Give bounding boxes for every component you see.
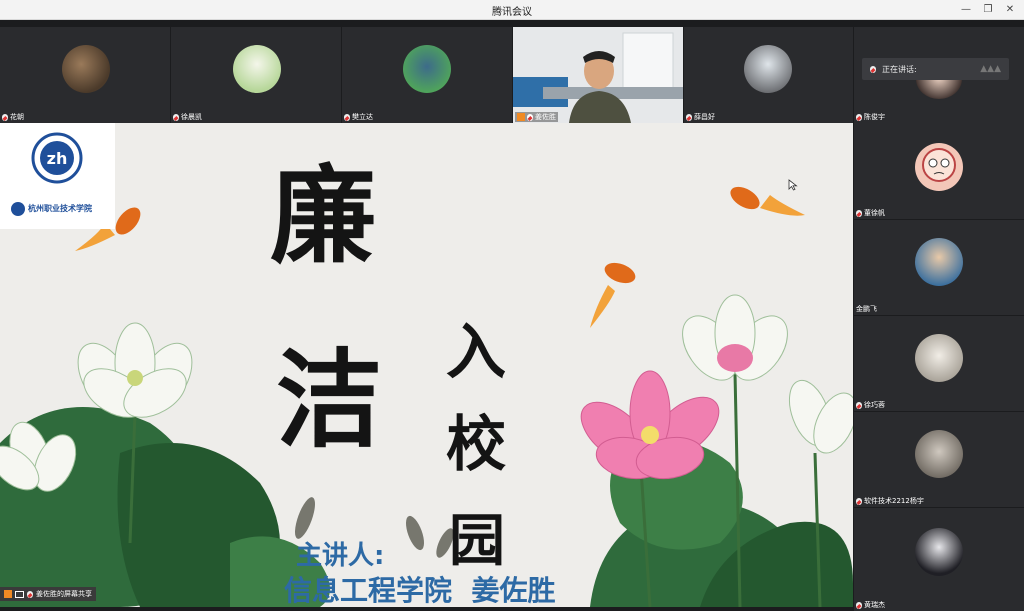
mic-icon — [527, 113, 533, 121]
slide-artwork — [0, 186, 853, 607]
slide-title-char: 廉 — [270, 153, 376, 278]
title-bar: 腾讯会议 — ❐ ✕ — [0, 0, 1024, 20]
participant-video[interactable]: 姜佐胜 — [513, 27, 683, 123]
shared-screen[interactable]: zh 杭州职业技术学院 廉 洁 入 校 园 主讲人: 信息工程学院 姜佐胜 — [0, 123, 853, 607]
slide-title-char: 入 — [446, 318, 506, 388]
host-icon — [4, 590, 12, 598]
avatar — [403, 45, 451, 93]
participant-name: 董徐帆 — [864, 209, 885, 217]
mic-muted-icon — [856, 497, 862, 505]
participant-sidebar: 董徐帆 金鹏飞 徐巧蓉 软件技术2212杨宇 黄瑞杰 — [853, 123, 1024, 611]
slide-title-char: 洁 — [276, 337, 382, 462]
mic-muted-icon — [686, 113, 692, 121]
meeting-stage: 花朝 徐晨凯 樊立达 姜佐胜 薛昌好 陈俊宇 正在讲话: ▲▲▲ zh 杭州职业… — [0, 20, 1024, 611]
participant-name: 金鹏飞 — [856, 305, 877, 313]
mic-muted-icon — [2, 113, 8, 121]
avatar — [62, 45, 110, 93]
sound-wave-icon: ▲▲▲ — [980, 64, 1001, 74]
school-name: 杭州职业技术学院 — [28, 204, 92, 213]
avatar — [915, 528, 963, 576]
svg-text:zh: zh — [47, 149, 68, 168]
participant-tile[interactable]: 徐巧蓉 — [854, 316, 1024, 411]
mic-muted-icon — [344, 113, 350, 121]
restore-icon[interactable]: ❐ — [980, 1, 996, 17]
participant-name: 软件技术2212杨宇 — [864, 497, 924, 505]
speaking-indicator: 正在讲话: ▲▲▲ — [862, 58, 1009, 80]
screen-share-bar[interactable]: 姜佐胜的屏幕共享 — [0, 587, 96, 601]
participant-name: 徐晨凯 — [181, 113, 202, 121]
mic-muted-icon — [856, 209, 862, 217]
participant-tile[interactable]: 软件技术2212杨宇 — [854, 412, 1024, 507]
mic-icon — [27, 590, 33, 598]
mic-muted-icon — [856, 113, 862, 121]
school-logo: zh 杭州职业技术学院 — [0, 123, 115, 229]
speaker-line: 信息工程学院 姜佐胜 — [284, 574, 556, 607]
avatar — [915, 430, 963, 478]
host-icon — [517, 113, 525, 121]
speaking-label: 正在讲话: — [882, 64, 917, 74]
avatar — [744, 45, 792, 93]
participant-name: 姜佐胜 — [535, 113, 556, 121]
participant-tile[interactable]: 黄瑞杰 — [854, 508, 1024, 611]
participant-tile[interactable]: 花朝 — [0, 27, 170, 123]
mouse-cursor-icon — [788, 179, 798, 191]
participant-name: 花朝 — [10, 113, 24, 121]
mic-muted-icon — [173, 113, 179, 121]
participant-name: 樊立达 — [352, 113, 373, 121]
share-label: 姜佐胜的屏幕共享 — [36, 590, 92, 598]
participant-tile[interactable]: 徐晨凯 — [171, 27, 341, 123]
participant-name: 徐巧蓉 — [864, 401, 885, 409]
video-feed — [513, 27, 683, 123]
speaker-label: 主讲人: — [296, 541, 385, 571]
avatar — [915, 238, 963, 286]
mic-muted-icon — [856, 601, 862, 609]
avatar — [915, 334, 963, 382]
minimize-icon[interactable]: — — [958, 1, 974, 17]
slide-title-char: 校 — [446, 410, 506, 480]
mic-icon — [870, 65, 876, 73]
window-title: 腾讯会议 — [492, 7, 532, 18]
screen-share-icon — [15, 590, 24, 598]
participant-tile[interactable]: 金鹏飞 — [854, 220, 1024, 315]
participant-name: 薛昌好 — [694, 113, 715, 121]
avatar — [915, 143, 963, 191]
participant-tile[interactable]: 董徐帆 — [854, 123, 1024, 219]
close-icon[interactable]: ✕ — [1002, 1, 1018, 17]
participant-tile[interactable]: 薛昌好 — [684, 27, 853, 123]
participant-tile[interactable]: 樊立达 — [342, 27, 512, 123]
mic-muted-icon — [856, 401, 862, 409]
participant-name: 黄瑞杰 — [864, 601, 885, 609]
participant-name: 陈俊宇 — [864, 113, 885, 121]
avatar — [233, 45, 281, 93]
slide-title-char: 园 — [449, 508, 505, 574]
